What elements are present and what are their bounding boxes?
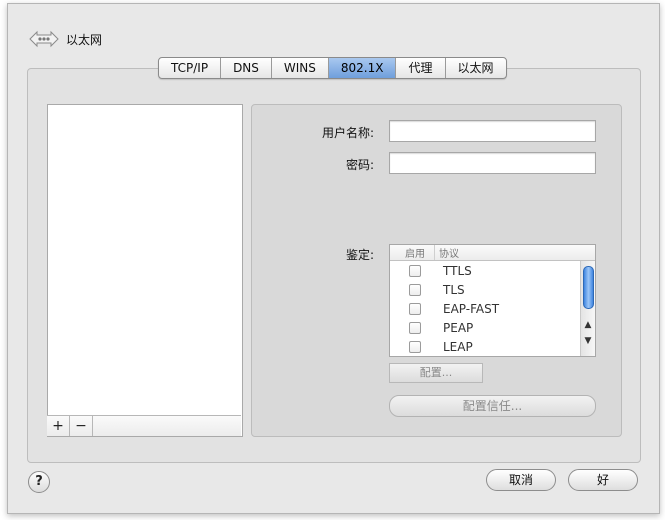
remove-profile-button[interactable]: −	[70, 416, 93, 436]
enable-checkbox[interactable]	[409, 340, 421, 353]
cancel-button[interactable]: 取消	[486, 469, 556, 491]
protocol-label: TTLS	[443, 263, 472, 278]
protocol-label: LEAP	[443, 339, 473, 354]
scroll-down-arrow-icon[interactable]: ▼	[582, 335, 594, 347]
enable-checkbox[interactable]	[409, 302, 421, 315]
table-header: 启用 协议	[390, 245, 595, 261]
password-label: 密码:	[345, 158, 374, 172]
ethernet-icon	[29, 30, 59, 48]
configure-trust-button[interactable]: 配置信任...	[389, 395, 596, 417]
table-row: EAP-FAST	[390, 299, 595, 318]
window-header: 以太网	[28, 26, 102, 52]
protocol-column-header[interactable]: 协议	[435, 245, 459, 260]
auth-protocol-table: 启用 协议 TTLS TLS EAP-FAST PEAP LEAP ▲ ▼	[389, 244, 596, 357]
list-toolbar: + −	[47, 415, 241, 436]
auth-label: 鉴定:	[345, 248, 374, 262]
scroll-up-arrow-icon[interactable]: ▲	[582, 319, 594, 331]
enable-checkbox[interactable]	[409, 321, 421, 334]
help-button[interactable]: ?	[28, 471, 50, 493]
tab-proxy[interactable]: 代理	[396, 58, 446, 78]
table-scrollbar[interactable]: ▲ ▼	[580, 261, 595, 356]
table-row: TLS	[390, 280, 595, 299]
username-label: 用户名称:	[321, 126, 374, 140]
tab-tcpip[interactable]: TCP/IP	[159, 58, 222, 78]
tab-ethernet[interactable]: 以太网	[446, 58, 506, 78]
password-field[interactable]	[389, 152, 596, 174]
profile-list[interactable]	[47, 104, 243, 437]
protocol-label: EAP-FAST	[443, 301, 500, 316]
table-row: PEAP	[390, 318, 595, 337]
username-field[interactable]	[389, 120, 596, 142]
configure-button[interactable]: 配置...	[389, 363, 483, 383]
scrollbar-thumb[interactable]	[583, 266, 594, 309]
tab-wins[interactable]: WINS	[272, 58, 329, 78]
tab-8021x[interactable]: 802.1X	[328, 58, 397, 78]
table-row: TTLS	[390, 261, 595, 280]
protocol-label: TLS	[443, 282, 465, 297]
window-title: 以太网	[66, 32, 103, 47]
ok-button[interactable]: 好	[568, 469, 638, 491]
network-window: 以太网 TCP/IP DNS WINS 802.1X 代理 以太网 + − 用户…	[7, 3, 660, 514]
enable-column-header[interactable]: 启用	[390, 245, 435, 260]
protocol-label: PEAP	[443, 320, 474, 335]
tab-bar: TCP/IP DNS WINS 802.1X 代理 以太网	[158, 57, 507, 79]
enable-checkbox[interactable]	[409, 283, 421, 296]
table-row: LEAP	[390, 337, 595, 356]
tab-dns[interactable]: DNS	[221, 58, 272, 78]
add-profile-button[interactable]: +	[47, 416, 70, 436]
enable-checkbox[interactable]	[409, 264, 421, 277]
